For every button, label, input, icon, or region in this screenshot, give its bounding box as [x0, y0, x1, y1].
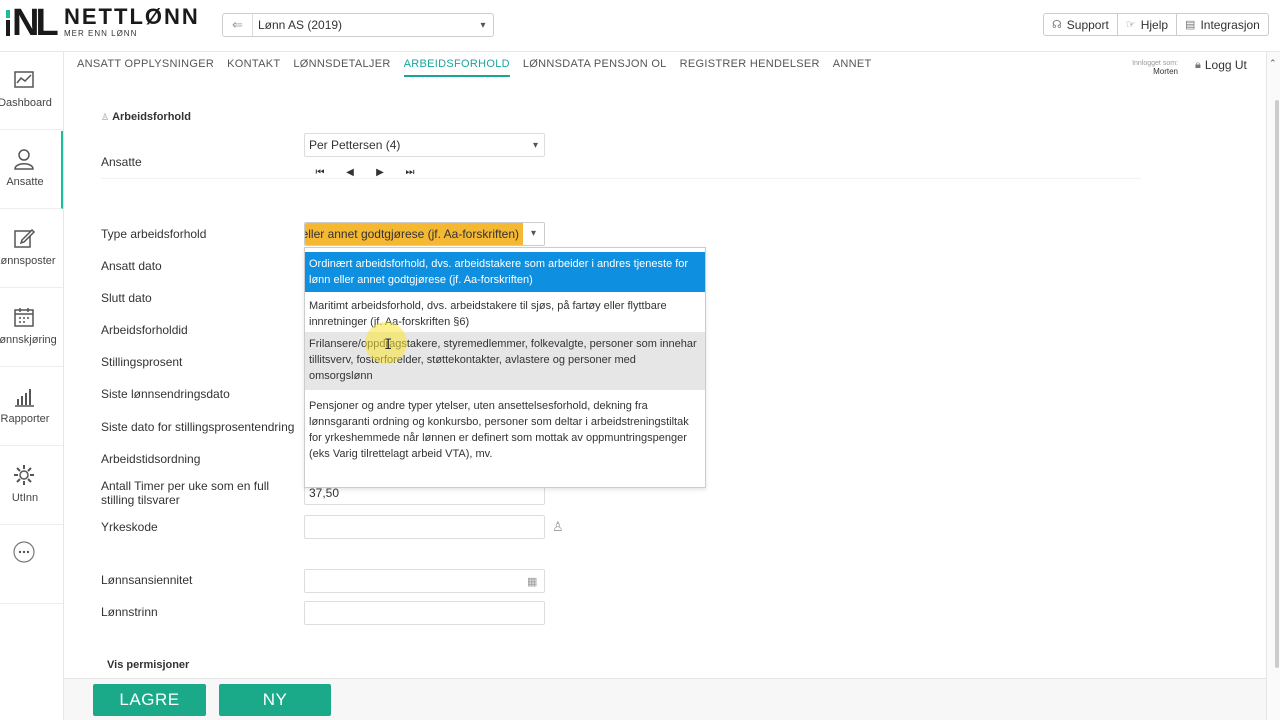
text-cursor-icon: I — [384, 337, 393, 353]
gear-icon — [14, 465, 34, 485]
employees-label: Ansatte — [101, 155, 142, 169]
scrollbar-thumb[interactable] — [1275, 100, 1279, 668]
logo-mark: NL — [6, 3, 59, 43]
hours-per-week-label: Antall Timer per uke som en full stillin… — [101, 479, 270, 507]
tab-ansatt-opplysninger[interactable]: ANSATT OPPLYSNINGER — [77, 58, 214, 77]
logged-in-info: Innlogget som: Morten — [1120, 60, 1178, 76]
first-record-icon[interactable]: ⏮︎ — [314, 167, 326, 178]
chevron-down-icon: ▾ — [532, 139, 538, 151]
logo-letters: NL — [12, 2, 59, 44]
chevron-down-icon: ▾ — [530, 228, 537, 239]
chevron-down-icon: ▾ — [480, 19, 486, 31]
document-icon: ▤ — [1185, 19, 1196, 31]
bar-chart-icon — [15, 389, 34, 407]
salary-step-label: Lønnstrinn — [101, 605, 158, 619]
support-button[interactable]: ☊ Support — [1043, 13, 1118, 36]
sidebar-item-lonnskjoring[interactable]: Lønnskjøring — [0, 289, 63, 367]
last-record-icon[interactable]: ⏭︎ — [404, 167, 416, 178]
salary-step-input[interactable] — [304, 601, 545, 625]
employment-type-value: Ordinært arbeidsforhold, dvs. arbeidstak… — [305, 223, 523, 245]
top-bar: NL NETTLØNN MER ENN LØNN ⇐ Lønn AS (2019… — [0, 0, 1280, 52]
tab-lonnsdetaljer[interactable]: LØNNSDETALJER — [293, 58, 390, 77]
help-icon: ☞ — [1125, 19, 1136, 31]
sidebar-label-lonnskjoring: Lønnskjøring — [0, 334, 57, 346]
tab-lonnsdata-pensjon[interactable]: LØNNSDATA PENSJON OL — [523, 58, 667, 77]
person-search-icon[interactable]: ♙ — [552, 519, 564, 535]
tab-registrer-hendelser[interactable]: REGISTRER HENDELSER — [680, 58, 820, 77]
lock-icon: 🔒︎ — [1195, 58, 1201, 71]
logo[interactable]: NL NETTLØNN MER ENN LØNN — [6, 3, 200, 43]
type-label: Type arbeidsforhold — [101, 227, 207, 241]
end-date-label: Slutt dato — [101, 291, 152, 305]
sidebar: Dashboard Ansatte Lønnsposter Lønnskjøri… — [0, 52, 64, 720]
person-icon: ♙ — [101, 111, 110, 122]
employee-select[interactable]: Per Pettersen (4) ▾ — [304, 133, 545, 157]
logged-in-user: Morten — [1153, 67, 1178, 76]
tab-bar: ANSATT OPPLYSNINGER KONTAKT LØNNSDETALJE… — [77, 58, 872, 77]
employee-nav: ⏮︎ ◀ ▶ ⏭︎ — [314, 167, 416, 178]
sidebar-label-utinn: UtInn — [11, 492, 39, 504]
divider — [101, 178, 1141, 179]
section-title-text: Arbeidsforhold — [112, 111, 191, 123]
chevron-up-icon[interactable]: ⌃ — [1269, 58, 1277, 69]
sidebar-item-utinn[interactable]: UtInn — [0, 447, 63, 525]
new-button[interactable]: NY — [219, 684, 331, 716]
brand-tagline: MER ENN LØNN — [64, 29, 138, 38]
support-label: Support — [1066, 17, 1109, 32]
logout-button[interactable]: 🔒︎ Logg Ut — [1195, 58, 1247, 72]
company-selector[interactable]: ⇐ Lønn AS (2019) ▾ — [222, 13, 494, 37]
sidebar-item-rapporter[interactable]: Rapporter — [0, 368, 63, 446]
integration-label: Integrasjon — [1200, 17, 1260, 32]
headset-icon: ☊ — [1052, 19, 1062, 31]
calendar-icon — [14, 308, 34, 327]
sidebar-item-dashboard[interactable]: Dashboard — [0, 52, 63, 130]
previous-record-icon[interactable]: ◀ — [344, 167, 356, 178]
dropdown-option[interactable]: Ordinært arbeidsforhold, dvs. arbeidstak… — [305, 252, 705, 292]
company-selector-value: Lønn AS (2019) — [258, 18, 343, 32]
tab-annet[interactable]: ANNET — [833, 58, 872, 77]
integration-button[interactable]: ▤ Integrasjon — [1177, 13, 1269, 36]
sidebar-item-lonnsposter[interactable]: Lønnsposter — [0, 210, 63, 288]
help-label: Hjelp — [1140, 17, 1169, 32]
calendar-icon[interactable]: ▦ — [527, 575, 537, 588]
start-date-label: Ansatt dato — [101, 259, 162, 273]
edit-icon — [14, 228, 36, 248]
brand-name: NETTLØNN — [64, 4, 200, 29]
sidebar-label-ansatte: Ansatte — [6, 176, 44, 188]
dropdown-option[interactable]: Pensjoner og andre typer ytelser, uten a… — [305, 394, 705, 466]
next-record-icon[interactable]: ▶ — [374, 167, 386, 178]
more-icon — [13, 541, 35, 563]
help-button[interactable]: ☞ Hjelp — [1117, 13, 1178, 36]
working-time-label: Arbeidstidsordning — [101, 452, 201, 466]
occupation-code-label: Yrkeskode — [101, 520, 158, 534]
seniority-label: Lønnsansiennitet — [101, 573, 193, 587]
user-icon — [14, 149, 34, 170]
top-button-group: ☊ Support ☞ Hjelp ▤ Integrasjon — [1043, 13, 1269, 36]
employment-type-select[interactable]: Ordinært arbeidsforhold, dvs. arbeidstak… — [304, 222, 545, 246]
app-root: NL NETTLØNN MER ENN LØNN ⇐ Lønn AS (2019… — [0, 0, 1280, 720]
employee-select-value: Per Pettersen (4) — [309, 138, 401, 152]
sidebar-item-ansatte[interactable]: Ansatte — [0, 131, 63, 209]
show-leave-link[interactable]: Vis permisjoner — [107, 659, 189, 671]
sidebar-label-rapporter: Rapporter — [0, 413, 50, 425]
dropdown-option[interactable]: Maritimt arbeidsforhold, dvs. arbeidstak… — [305, 294, 705, 334]
employment-id-label: Arbeidsforholdid — [101, 323, 188, 337]
sidebar-item-more[interactable] — [0, 526, 63, 604]
section-title: ♙ Arbeidsforhold — [101, 111, 191, 123]
employment-type-dropdown: Ordinært arbeidsforhold, dvs. arbeidstak… — [304, 247, 706, 488]
sidebar-label-dashboard: Dashboard — [0, 97, 52, 109]
back-arrow-icon[interactable]: ⇐ — [223, 14, 253, 36]
logout-label: Logg Ut — [1204, 58, 1247, 72]
tab-kontakt[interactable]: KONTAKT — [227, 58, 280, 77]
occupation-code-input[interactable] — [304, 515, 545, 539]
dashboard-icon — [14, 71, 34, 88]
position-percent-label: Stillingsprosent — [101, 355, 183, 369]
last-salary-change-label: Siste lønnsendringsdato — [101, 387, 230, 401]
tab-arbeidsforhold[interactable]: ARBEIDSFORHOLD — [403, 58, 510, 77]
seniority-input[interactable] — [304, 569, 545, 593]
save-button[interactable]: LAGRE — [93, 684, 206, 716]
sidebar-label-lonnsposter: Lønnsposter — [0, 255, 56, 267]
last-percent-change-label: Siste dato for stillingsprosentendring — [101, 420, 295, 434]
